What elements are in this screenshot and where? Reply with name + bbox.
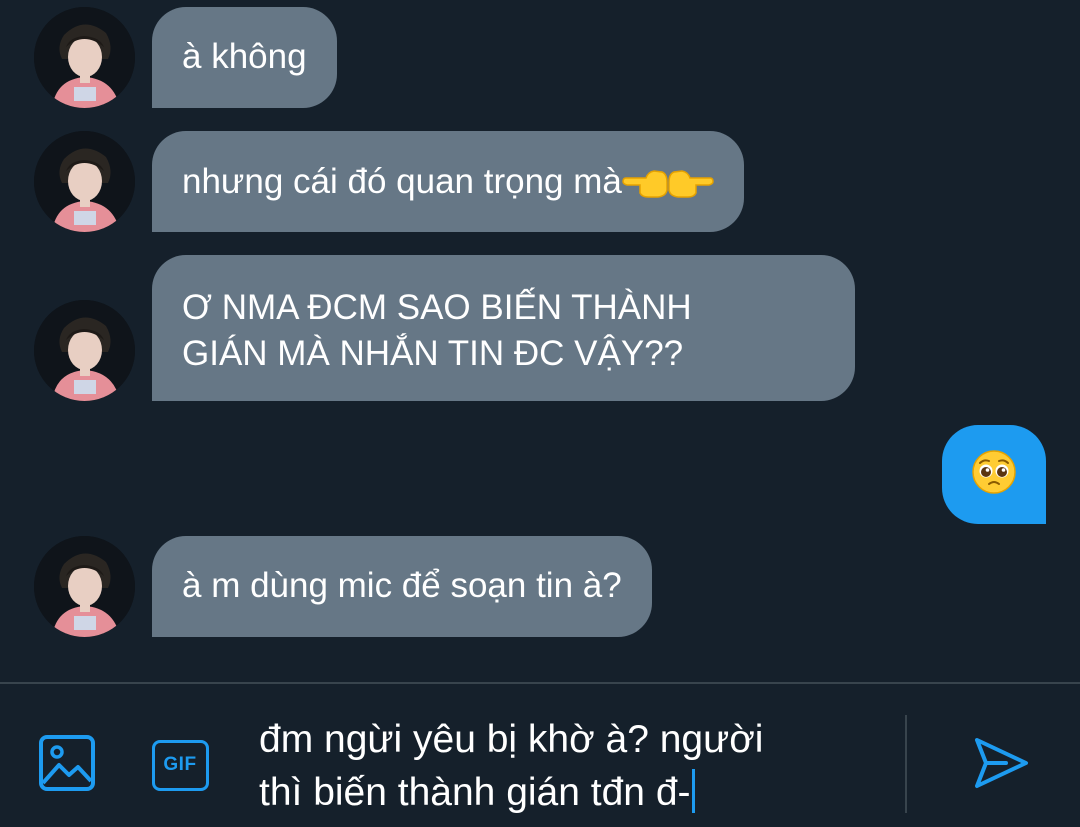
point-right-hand-icon: [668, 166, 714, 212]
message-bubble[interactable]: Ơ NMA ĐCM SAO BIẾN THÀNH GIÁN MÀ NHẮN TI…: [152, 255, 855, 401]
message-bubble[interactable]: à không: [152, 7, 337, 108]
add-gif-button[interactable]: GIF: [149, 736, 211, 794]
message-text-line: GIÁN MÀ NHẮN TIN ĐC VẬY??: [182, 334, 684, 373]
message-bubble[interactable]: nhưng cái đó quan trọng mà: [152, 131, 744, 232]
message-bubble[interactable]: à m dùng mic để soạn tin à?: [152, 536, 652, 637]
message-text: à m dùng mic để soạn tin à?: [182, 566, 622, 605]
image-icon: [37, 733, 97, 798]
point-left-hand-icon: [622, 166, 668, 212]
avatar[interactable]: [34, 131, 135, 232]
pleading-face-icon: [971, 449, 1017, 500]
input-text-line: đm ngừi yêu bị khờ à? người: [259, 718, 764, 761]
gif-icon: GIF: [151, 739, 209, 791]
add-image-button[interactable]: [36, 734, 98, 796]
avatar[interactable]: [34, 536, 135, 637]
gif-label: GIF: [163, 754, 197, 775]
send-button[interactable]: [970, 734, 1032, 796]
message-text-line: Ơ NMA ĐCM SAO BIẾN THÀNH: [182, 288, 692, 327]
composer-separator: [905, 715, 907, 813]
avatar-photo: [34, 300, 135, 401]
avatar-photo: [34, 536, 135, 637]
dm-conversation-screen: à không nhưng cái đó quan trọng mà Ơ NMA…: [0, 0, 1080, 827]
input-text-line: thì biến thành gián tđn đ-: [259, 771, 691, 814]
message-text: à không: [182, 37, 307, 76]
send-icon: [972, 735, 1030, 796]
avatar-photo: [34, 131, 135, 232]
composer-divider: [0, 682, 1080, 684]
text-cursor: [691, 769, 695, 813]
avatar[interactable]: [34, 300, 135, 401]
sent-message-bubble[interactable]: [942, 425, 1046, 524]
avatar-photo: [34, 7, 135, 108]
avatar[interactable]: [34, 7, 135, 108]
message-text: nhưng cái đó quan trọng mà: [182, 162, 622, 201]
message-input[interactable]: đm ngừi yêu bị khờ à? người thì biến thà…: [259, 713, 899, 819]
